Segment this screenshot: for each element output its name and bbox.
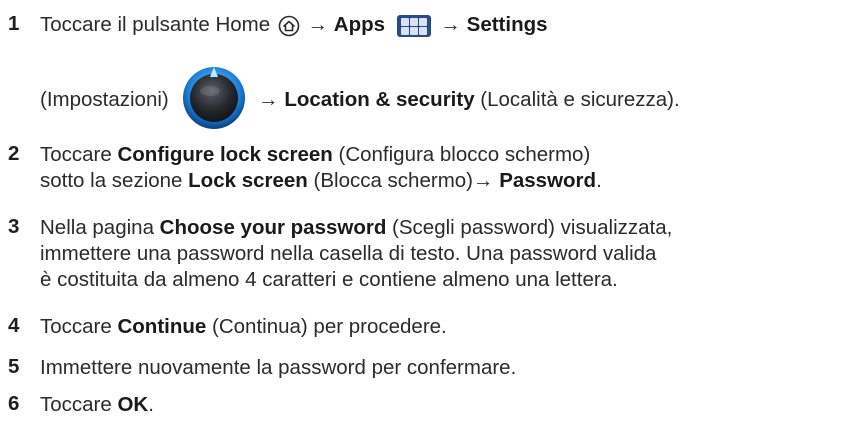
step-1-line-1: Toccare il pulsante Home → Apps → Settin… [40, 12, 548, 38]
apps-grid-icon [396, 14, 431, 37]
step-number: 5 [8, 355, 20, 378]
settings-label: Settings [466, 13, 548, 36]
step-text: (Blocca schermo)→ [307, 169, 500, 192]
step-text: Toccare [40, 393, 118, 416]
step-number: 6 [8, 392, 20, 415]
step-2-line-1: Toccare Configure lock screen (Configura… [40, 142, 590, 168]
step-1: 1 Toccare il pulsante Home → Apps → Sett… [0, 8, 845, 130]
step-text: Toccare [40, 315, 118, 338]
location-security-label: Location & security [284, 88, 475, 111]
home-icon [278, 15, 300, 36]
choose-your-password-label: Choose your password [159, 216, 387, 239]
step-text: sotto la sezione [40, 169, 189, 192]
step-text: (Configura blocco schermo) [332, 143, 591, 166]
step-text: Toccare [40, 143, 118, 166]
step-number: 2 [8, 142, 20, 165]
step-4: 4 Toccare Continue (Continua) per proced… [0, 312, 845, 342]
configure-lock-screen-label: Configure lock screen [117, 143, 333, 166]
password-label: Password [499, 169, 597, 192]
step-2: 2 Toccare Configure lock screen (Configu… [0, 140, 845, 196]
arrow: → [252, 88, 285, 111]
settings-icon [183, 66, 246, 129]
step-text: (Scegli password) visualizzata, [386, 216, 673, 239]
step-text: (Località e sicurezza). [474, 88, 680, 111]
step-3: 3 Nella pagina Choose your password (Sce… [0, 213, 845, 295]
step-text: Toccare il pulsante Home [40, 13, 271, 36]
continue-label: Continue [117, 315, 207, 338]
step-text: . [596, 169, 602, 192]
arrow: → [301, 13, 334, 36]
step-5-line-1: Immettere nuovamente la password per con… [40, 356, 517, 379]
step-text: . [148, 393, 154, 416]
step-3-line-1: Nella pagina Choose your password (Scegl… [40, 215, 672, 241]
step-number: 4 [8, 314, 20, 337]
step-1-line-2: (Impostazioni) → Location & security (Lo… [40, 66, 680, 135]
lock-screen-label: Lock screen [188, 169, 308, 192]
step-number: 1 [8, 12, 20, 35]
step-text: Nella pagina [40, 216, 160, 239]
step-6: 6 Toccare OK. [0, 390, 845, 420]
step-2-line-2: sotto la sezione Lock screen (Blocca sch… [40, 168, 602, 194]
step-5: 5 Immettere nuovamente la password per c… [0, 353, 845, 383]
ok-label: OK [117, 393, 149, 416]
step-4-line-1: Toccare Continue (Continua) per proceder… [40, 314, 447, 340]
apps-label: Apps [333, 13, 386, 36]
step-text: (Continua) per procedere. [206, 315, 447, 338]
arrow: → [434, 13, 467, 36]
step-3-line-2: immettere una password nella casella di … [40, 242, 657, 265]
step-number: 3 [8, 215, 20, 238]
step-3-line-3: è costituita da almeno 4 caratteri e con… [40, 268, 618, 291]
step-text: (Impostazioni) [40, 88, 169, 111]
step-6-line-1: Toccare OK. [40, 392, 154, 418]
